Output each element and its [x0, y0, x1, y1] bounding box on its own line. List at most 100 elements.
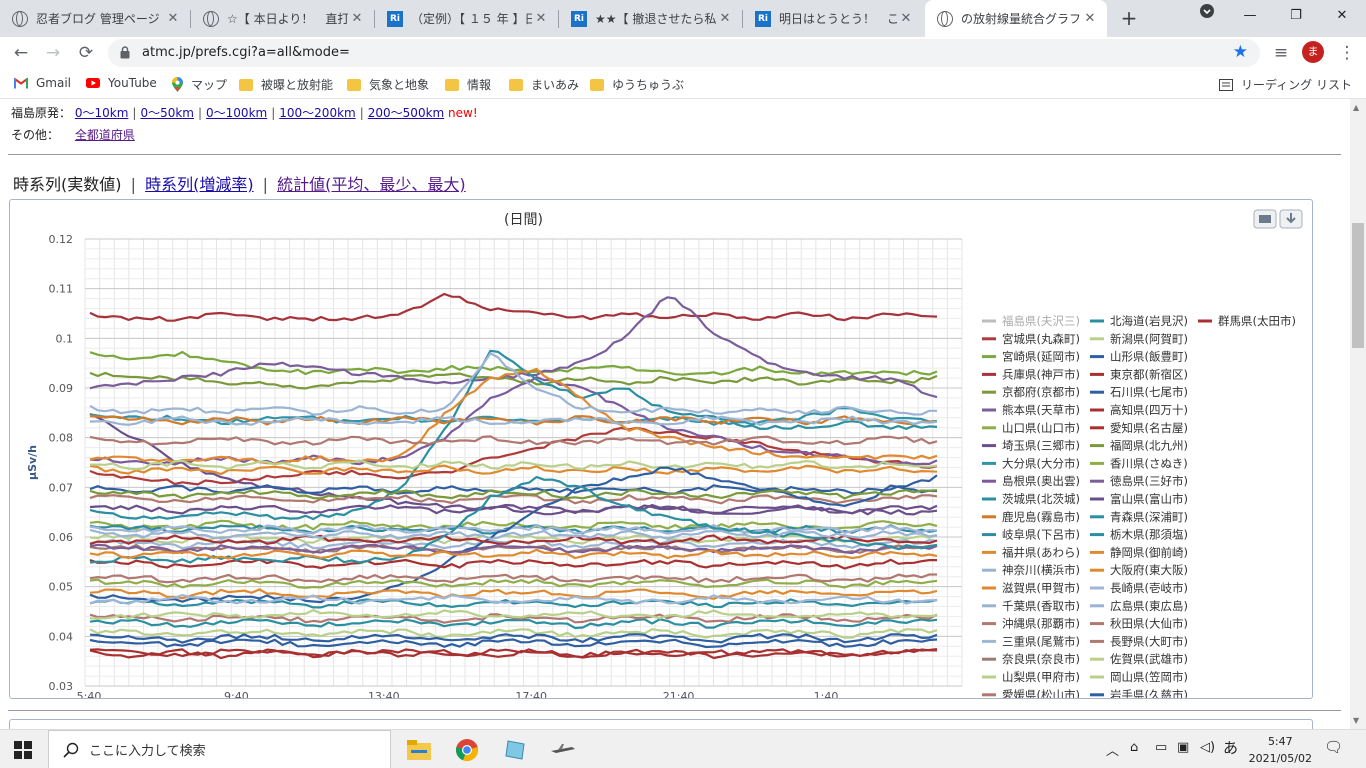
range-link-0-50[interactable]: 0〜50km — [140, 106, 194, 120]
tab-ninja-blog[interactable]: 忍者ブログ 管理ページ - ✕ — [0, 0, 190, 37]
tab-tettai[interactable]: Ri ★★【 撤退させたら私の ✕ — [559, 0, 742, 37]
y-tick-label: 0.1 — [56, 332, 74, 345]
profile-avatar[interactable]: ま — [1302, 41, 1324, 63]
windows-start-icon[interactable] — [14, 741, 32, 759]
x-tick-label: 5:40 — [77, 690, 102, 698]
scroll-up-icon[interactable]: ▲ — [1353, 103, 1359, 112]
ri-icon: Ri — [571, 10, 587, 27]
new-tab-button[interactable]: + — [1117, 6, 1141, 30]
tab-radiation-graph[interactable]: の放射線量統合グラフ ✕ — [925, 0, 1107, 37]
taskbar-clock[interactable]: 5:47 2021/05/02 — [1249, 733, 1312, 767]
lock-icon — [120, 46, 130, 59]
bookmark-folder-joho[interactable]: 情報 — [445, 76, 491, 93]
legend-item: 新潟県(阿賀町) — [1110, 332, 1188, 346]
chrome-icon — [456, 739, 478, 762]
notification-icon[interactable]: 🗨 — [1324, 738, 1343, 756]
tab-honjitsu[interactable]: ☆【 本日より！ 直打ち ✕ — [191, 0, 374, 37]
bookmark-star-icon[interactable]: ★ — [1233, 42, 1248, 62]
x-tick-label: 17:40 — [515, 690, 547, 698]
app-icon[interactable] — [547, 734, 579, 766]
range-link-200-500[interactable]: 200〜500km — [368, 106, 444, 120]
forward-button[interactable]: → — [40, 40, 66, 66]
meet-icon[interactable]: ⌂ — [1130, 740, 1138, 755]
notepad-app[interactable] — [499, 734, 531, 766]
bookmark-gmail[interactable]: Gmail — [14, 76, 71, 90]
bookmark-label: 情報 — [467, 78, 492, 92]
legend-item: 徳島県(三好市) — [1110, 474, 1188, 488]
volume-icon[interactable]: ◁) — [1200, 740, 1215, 755]
chart-title: (日間) — [504, 212, 543, 228]
tab-ashita[interactable]: Ri 明日はとうとう！ この際 ✕ — [743, 0, 923, 37]
chrome-app[interactable] — [451, 734, 483, 766]
windows-taskbar: ここに入力して検索 ︿ ⌂ ▭ ▣ ◁) あ 5:47 2021/05/02 🗨 — [0, 729, 1366, 768]
clock-date: 2021/05/02 — [1248, 752, 1312, 765]
legend-item: 静岡県(御前崎) — [1110, 545, 1188, 559]
legend-item: 北海道(岩見沢) — [1110, 314, 1188, 328]
menu-kebab-icon[interactable]: ⋮ — [1334, 40, 1360, 66]
bookmark-folder-maiami[interactable]: まいあみ — [509, 76, 579, 93]
ime-indicator[interactable]: あ — [1223, 737, 1238, 758]
x-tick-label: 1:40 — [814, 690, 839, 698]
divider — [8, 710, 1341, 711]
bookmark-folder-kisho[interactable]: 気象と地象 — [347, 76, 429, 93]
legend-item: 青森県(深浦町) — [1110, 510, 1188, 524]
scroll-thumb[interactable] — [1352, 223, 1364, 348]
reading-list-button[interactable]: リーディング リスト — [1219, 76, 1352, 93]
minimize-button[interactable]: — — [1227, 0, 1273, 32]
close-icon[interactable]: ✕ — [532, 11, 550, 26]
legend-item: 岡山県(笠岡市) — [1110, 670, 1188, 684]
range-link-0-100[interactable]: 0〜100km — [206, 106, 267, 120]
close-icon[interactable]: ✕ — [348, 11, 366, 26]
maximize-button[interactable]: ❐ — [1273, 0, 1319, 32]
address-bar[interactable]: atmc.jp/prefs.cgi?a=all&mode= ★ — [108, 39, 1260, 67]
separator: | — [359, 106, 364, 120]
bookmark-maps[interactable]: マップ — [172, 76, 227, 93]
gmail-icon — [14, 77, 28, 89]
folder-icon — [347, 78, 361, 91]
bookmark-folder-hibaku[interactable]: 被曝と放射能 — [239, 76, 333, 93]
view-link-change-rate[interactable]: 時系列(増減率) — [145, 175, 254, 194]
legend-item: 宮城県(丸森町) — [1002, 332, 1080, 346]
reload-button[interactable]: ⟳ — [73, 40, 99, 66]
legend-item: 茨城県(北茨城) — [1002, 492, 1080, 506]
other-row: その他： 全都道府県 — [11, 126, 135, 143]
tab-title: 忍者ブログ 管理ページ - — [36, 12, 164, 26]
page-scrollbar[interactable]: ▲ ▼ — [1350, 99, 1366, 729]
bookmark-label: まいあみ — [531, 78, 580, 92]
range-link-0-10[interactable]: 0〜10km — [75, 106, 129, 120]
tab-teirei[interactable]: Ri （定例）【 １５ 年 】日記 ✕ — [375, 0, 558, 37]
close-icon[interactable]: ✕ — [897, 11, 915, 26]
bookmark-folder-youtube[interactable]: ゆうちゅうぶ — [590, 76, 684, 93]
download-button[interactable] — [1279, 209, 1303, 229]
close-icon[interactable]: ✕ — [1081, 11, 1099, 26]
tab-search-button[interactable] — [1184, 0, 1230, 32]
print-button[interactable] — [1253, 209, 1277, 229]
file-explorer-app[interactable] — [403, 734, 435, 766]
media-control-icon[interactable]: ≡ — [1268, 40, 1294, 66]
range-link-100-200[interactable]: 100〜200km — [279, 106, 355, 120]
close-window-button[interactable]: ✕ — [1319, 0, 1365, 32]
legend-item: 埼玉県(三郷市) — [1002, 439, 1080, 453]
legend-item: 秋田県(大仙市) — [1110, 617, 1188, 631]
taskbar-search[interactable]: ここに入力して検索 — [48, 730, 391, 768]
back-button[interactable]: ← — [8, 40, 34, 66]
y-tick-label: 0.05 — [49, 581, 74, 594]
battery-icon[interactable]: ▭ — [1155, 740, 1167, 755]
legend-item: 福井県(あわら) — [1002, 545, 1080, 559]
legend-item: 佐賀県(武雄市) — [1110, 652, 1188, 666]
legend-item: 愛媛県(松山市) — [1002, 688, 1080, 698]
close-icon[interactable]: ✕ — [164, 11, 182, 26]
bookmarks-bar: Gmail YouTube マップ 被曝と放射能 気象と地象 情報 まいあみ ゆ… — [0, 69, 1366, 99]
legend-item: 島根県(奥出雲) — [1002, 474, 1080, 488]
legend-item: 岩手県(久慈市) — [1110, 688, 1188, 698]
bookmark-youtube[interactable]: YouTube — [86, 76, 157, 90]
folder-icon — [509, 78, 523, 91]
scroll-down-icon[interactable]: ▼ — [1353, 716, 1359, 725]
close-icon[interactable]: ✕ — [716, 11, 734, 26]
all-prefectures-link[interactable]: 全都道府県 — [75, 128, 135, 142]
network-icon[interactable]: ▣ — [1177, 740, 1189, 755]
tray-expand-icon[interactable]: ︿ — [1106, 740, 1119, 759]
view-link-statistics[interactable]: 統計値(平均、最少、最大) — [277, 175, 466, 194]
bookmark-label: ゆうちゅうぶ — [612, 78, 685, 92]
separator: | — [132, 106, 137, 120]
